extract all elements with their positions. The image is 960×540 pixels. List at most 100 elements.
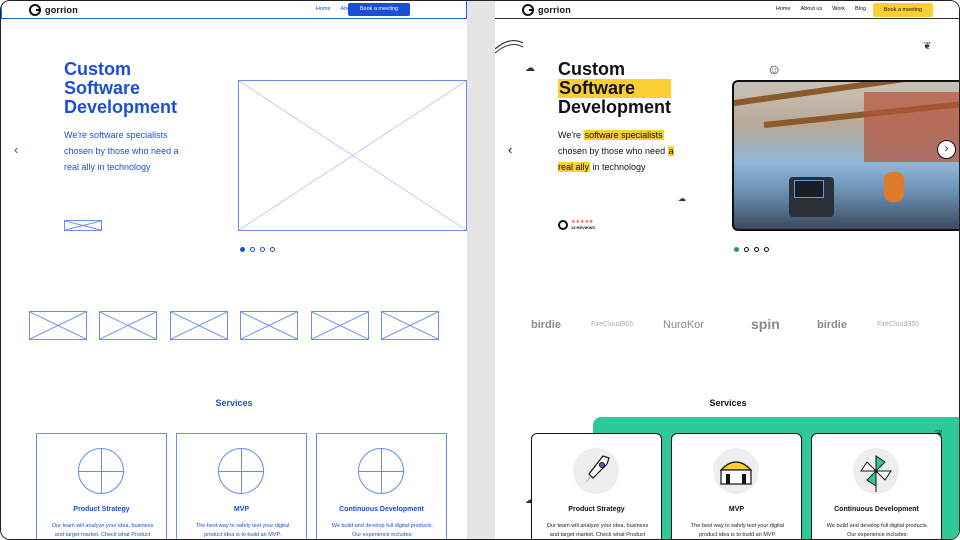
carousel-dot[interactable] xyxy=(260,247,265,252)
sub-text: in technology xyxy=(590,162,646,172)
card-desc-line: We build and develop full digital produc… xyxy=(331,523,434,529)
carousel-dot[interactable] xyxy=(250,247,255,252)
brand-logo-nurokor: NuroKor xyxy=(663,319,704,331)
wire-service-card-mvp[interactable]: MVP The best way to safely test your dig… xyxy=(176,433,307,539)
title-line-2: Software xyxy=(64,78,141,98)
carousel-dot[interactable] xyxy=(240,247,245,252)
card-title: MVP xyxy=(728,506,745,513)
logo-text: gorrion xyxy=(538,5,571,15)
wire-navbar: gorrion Home About us Work Blog Book a m… xyxy=(1,1,467,19)
prev-slide-icon[interactable]: ‹ xyxy=(508,142,512,157)
final-nav-links: Home About us Work Blog xyxy=(776,6,866,12)
next-slide-icon[interactable]: › xyxy=(937,140,956,159)
nav-home[interactable]: Home xyxy=(316,6,331,12)
wire-hero-subtitle: We're software specialists chosen by tho… xyxy=(64,130,179,172)
title-line-3: Development xyxy=(64,97,178,117)
sub-text: chosen by those who need xyxy=(558,146,668,156)
cloud-doodle-icon: ☁ xyxy=(525,63,535,74)
building-icon xyxy=(713,448,759,494)
placeholder-icon xyxy=(218,448,264,494)
card-desc: The best way to safely test your digital… xyxy=(185,522,300,539)
clutch-logo-icon xyxy=(558,220,568,230)
final-book-meeting-button[interactable]: Book a meeting xyxy=(873,3,933,17)
card-desc-line: Our team will analyze your idea, busines… xyxy=(51,523,154,529)
card-desc: The best way to safely test your digital… xyxy=(680,522,795,539)
final-carousel-dots xyxy=(734,247,769,252)
client-logos-row: birdie FireCloud365 NuroKor spin birdie … xyxy=(495,311,959,341)
nav-blog[interactable]: Blog xyxy=(855,6,866,12)
prev-slide-icon[interactable]: ‹ xyxy=(14,142,18,157)
card-desc-line: and target market. Check what Product xyxy=(54,532,151,538)
final-service-card-product-strategy[interactable]: Product Strategy Our team will analyze y… xyxy=(531,433,662,539)
card-desc: We build and develop full digital produc… xyxy=(820,522,935,539)
final-logo[interactable]: gorrion xyxy=(522,4,571,16)
wire-carousel-dots xyxy=(240,247,275,252)
final-design-panel: gorrion Home About us Work Blog Book a m… xyxy=(495,1,959,539)
nav-home[interactable]: Home xyxy=(776,6,791,12)
brand-logo-placeholder xyxy=(99,311,157,340)
rocket-icon xyxy=(573,448,619,494)
card-desc-line: and target market. Check what Product xyxy=(549,532,646,538)
hero-office-photo: › xyxy=(732,80,959,231)
card-desc-line: Our experience includes: xyxy=(847,532,908,538)
decorative-swoosh-icon xyxy=(495,39,524,54)
sub-highlight: software specialists xyxy=(583,130,664,140)
placeholder-icon xyxy=(78,448,124,494)
carousel-dot[interactable] xyxy=(754,247,759,252)
reviews-placeholder xyxy=(64,220,102,231)
wire-services-title: Services xyxy=(215,398,253,408)
card-desc-line: The best way to safely test your digital xyxy=(690,523,785,529)
wire-service-card-continuous-development[interactable]: Continuous Development We build and deve… xyxy=(316,433,447,539)
final-service-card-continuous-development[interactable]: Continuous Development We build and deve… xyxy=(811,433,942,539)
clutch-reviews-badge[interactable]: ★★★★★ 13 REVIEWS xyxy=(558,220,595,230)
title-highlight: Software xyxy=(558,79,672,98)
wire-service-card-product-strategy[interactable]: Product Strategy Our team will analyze y… xyxy=(36,433,167,539)
reviews-info: ★★★★★ 13 REVIEWS xyxy=(571,220,595,231)
wire-book-meeting-button[interactable]: Book a meeting xyxy=(348,3,410,16)
card-desc-line: product idea is to build an MVP. xyxy=(699,532,776,538)
brand-logo-birdie: birdie xyxy=(817,319,847,331)
title-line-1: Custom xyxy=(558,59,625,79)
brand-logo-placeholder xyxy=(170,311,228,340)
card-desc: Our team will analyze your idea, busines… xyxy=(540,522,655,539)
brand-logo-firecloud: FireCloud365 xyxy=(591,321,634,328)
card-desc: Our team will analyze your idea, busines… xyxy=(45,522,160,539)
comparison-frame: gorrion Home About us Work Blog Book a m… xyxy=(0,0,960,540)
panel-divider xyxy=(467,1,495,539)
carousel-dot[interactable] xyxy=(270,247,275,252)
card-title: Continuous Development xyxy=(834,506,919,513)
card-title: Product Strategy xyxy=(568,506,625,513)
card-desc: We build and develop full digital produc… xyxy=(325,522,440,539)
card-title: Product Strategy xyxy=(73,506,130,513)
brand-logo-spin: spin xyxy=(751,316,780,332)
carousel-dot[interactable] xyxy=(734,247,739,252)
brand-logo-placeholder xyxy=(240,311,298,340)
card-title: MVP xyxy=(233,506,250,513)
brand-logo-placeholder xyxy=(381,311,439,340)
cloud-small-doodle-icon: ☁ xyxy=(678,194,686,203)
title-line-3: Development xyxy=(558,97,672,117)
brand-logo-birdie: birdie xyxy=(531,319,561,331)
carousel-dot[interactable] xyxy=(764,247,769,252)
card-desc-line: We build and develop full digital produc… xyxy=(826,523,929,529)
card-desc-line: The best way to safely test your digital xyxy=(195,523,290,529)
sub-text: We're xyxy=(558,130,584,140)
brand-logo-firecloud: FireCloud365 xyxy=(877,321,920,328)
brand-logo-placeholder xyxy=(29,311,87,340)
wire-hero-title: Custom Software Development xyxy=(64,60,177,117)
brand-logo-placeholder xyxy=(311,311,369,340)
gorrion-logo-icon xyxy=(29,4,41,16)
gorrion-logo-icon xyxy=(522,4,534,16)
wire-logo[interactable]: gorrion xyxy=(29,4,78,16)
placeholder-icon xyxy=(358,448,404,494)
nav-work[interactable]: Work xyxy=(832,6,845,12)
carousel-dot[interactable] xyxy=(744,247,749,252)
title-line-2: Software xyxy=(558,79,672,98)
card-desc-line: product idea is to build an MVP. xyxy=(204,532,281,538)
hero-image-placeholder xyxy=(238,80,467,231)
nav-about[interactable]: About us xyxy=(801,6,823,12)
card-desc-line: Our team will analyze your idea, busines… xyxy=(546,523,649,529)
final-service-card-mvp[interactable]: MVP The best way to safely test your dig… xyxy=(671,433,802,539)
bird-doodle-icon: ☺ xyxy=(767,61,782,77)
title-line-1: Custom xyxy=(64,59,131,79)
